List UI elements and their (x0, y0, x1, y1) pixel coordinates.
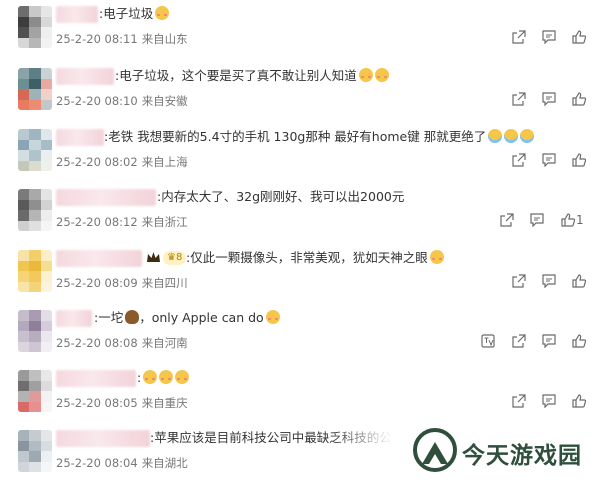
comment-text: :一坨 ，only Apple can do (94, 309, 280, 327)
comment-row: :电子垃圾，这个要是买了真不敢让别人知道 25-2-20 08:10 来自安徽 (0, 66, 600, 124)
comment-row: : 25-2-20 08:05 来自重庆 (0, 368, 600, 426)
watermark-brand: 今天游戏园 (462, 443, 582, 469)
share-icon[interactable] (500, 213, 514, 227)
comment-row: :内存太大了、32g刚刚好、我可以出2000元 25-2-20 08:12 来自浙… (0, 187, 600, 245)
blush-emoji-icon (159, 370, 174, 384)
share-icon[interactable] (512, 334, 526, 348)
blush-emoji-icon (374, 68, 389, 82)
avatar[interactable] (18, 68, 52, 110)
comment-row: :老铁 我想要新的5.4寸的手机 130g那种 最好有home键 那就更绝了 2… (0, 127, 600, 185)
thumbs-up-icon[interactable] (572, 30, 586, 44)
username[interactable] (56, 310, 92, 327)
brand-logo-icon (413, 428, 457, 472)
share-icon[interactable] (512, 92, 526, 106)
comment-text: :内存太大了、32g刚刚好、我可以出2000元 (157, 189, 405, 204)
crying-emoji-icon (488, 129, 503, 143)
translate-icon[interactable] (481, 334, 495, 348)
level-badge: ♛8 (163, 251, 187, 265)
comment-text: :电子垃圾，这个要是买了真不敢让别人知道 (115, 67, 389, 85)
blush-emoji-icon (358, 68, 373, 82)
thumbs-up-icon[interactable] (561, 213, 575, 227)
comment-row: :一坨 ，only Apple can do 25-2-20 08:08 来自河南 (0, 308, 600, 366)
avatar[interactable] (18, 310, 52, 352)
comment-icon[interactable] (542, 30, 556, 44)
username[interactable] (56, 250, 142, 267)
comment-text: :仅此一颗摄像头，非常美观，犹如天神之眼 (186, 249, 444, 267)
comment-text: :老铁 我想要新的5.4寸的手机 130g那种 最好有home键 那就更绝了 (104, 128, 535, 146)
comment-meta: 25-2-20 08:11 来自山东 (56, 32, 188, 46)
thumbs-up-icon[interactable] (572, 153, 586, 167)
comment-icon[interactable] (542, 334, 556, 348)
text-fade-overlay (330, 425, 420, 475)
comment-meta: 25-2-20 08:08 来自河南 (56, 336, 188, 350)
comment-meta: 25-2-20 08:12 来自浙江 (56, 215, 188, 229)
crying-emoji-icon (504, 129, 519, 143)
share-icon[interactable] (512, 153, 526, 167)
crown-icon (147, 252, 160, 262)
comment-row: :电子垃圾 25-2-20 08:11 来自山东 (0, 4, 600, 62)
heart-eyes-emoji-icon (429, 250, 444, 264)
poop-emoji-icon (125, 310, 140, 324)
username[interactable] (56, 6, 98, 23)
comment-icon[interactable] (542, 92, 556, 106)
watermark: 今天游戏园 (410, 428, 596, 472)
share-icon[interactable] (512, 274, 526, 288)
crying-emoji-icon (520, 129, 535, 143)
comment-text: :电子垃圾 (99, 5, 170, 23)
thumbs-up-icon[interactable] (572, 394, 586, 408)
username[interactable] (56, 430, 150, 447)
comment-meta: 25-2-20 08:09 来自四川 (56, 276, 188, 290)
comment-meta: 25-2-20 08:04 来自湖北 (56, 456, 188, 470)
avatar[interactable] (18, 370, 52, 412)
username[interactable] (56, 68, 114, 85)
comment-text: : (137, 369, 190, 387)
share-icon[interactable] (512, 394, 526, 408)
username[interactable] (56, 189, 156, 206)
share-icon[interactable] (512, 30, 526, 44)
username[interactable] (56, 370, 136, 387)
blush-emoji-icon (155, 6, 170, 20)
blush-emoji-icon (265, 310, 280, 324)
comment-meta: 25-2-20 08:05 来自重庆 (56, 396, 188, 410)
avatar[interactable] (18, 430, 52, 472)
comment-row: ♛8 :仅此一颗摄像头，非常美观，犹如天神之眼 25-2-20 08:09 来自四… (0, 248, 600, 306)
comment-icon[interactable] (542, 394, 556, 408)
blush-emoji-icon (175, 370, 190, 384)
thumbs-up-icon[interactable] (572, 92, 586, 106)
comment-icon[interactable] (542, 153, 556, 167)
avatar[interactable] (18, 129, 52, 171)
username[interactable] (56, 129, 104, 146)
comment-meta: 25-2-20 08:02 来自上海 (56, 155, 188, 169)
thumbs-up-icon[interactable] (572, 334, 586, 348)
comment-meta: 25-2-20 08:10 来自安徽 (56, 94, 188, 108)
blush-emoji-icon (143, 370, 158, 384)
comment-icon[interactable] (530, 213, 544, 227)
like-count: 1 (576, 213, 584, 227)
avatar[interactable] (18, 6, 52, 48)
thumbs-up-icon[interactable] (572, 274, 586, 288)
avatar[interactable] (18, 250, 52, 292)
comment-icon[interactable] (542, 274, 556, 288)
avatar[interactable] (18, 189, 52, 231)
